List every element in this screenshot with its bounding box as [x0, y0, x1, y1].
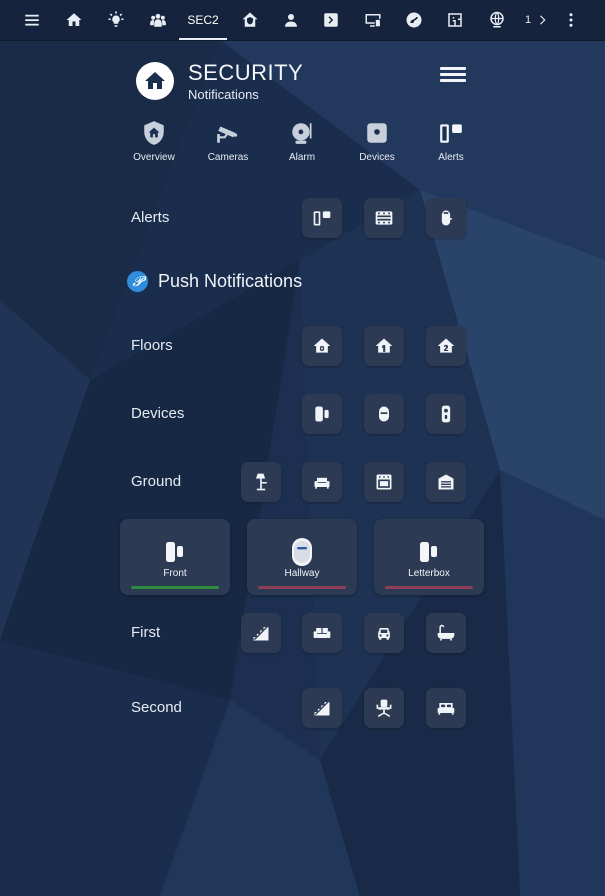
- status-bar: [131, 586, 219, 589]
- floor-ground-button[interactable]: [302, 326, 342, 366]
- person-icon[interactable]: [273, 0, 309, 40]
- chevron-box-icon[interactable]: [313, 0, 349, 40]
- bed-icon: [437, 703, 455, 715]
- second-stairs-button[interactable]: [302, 688, 342, 728]
- second-chair-button[interactable]: [364, 688, 404, 728]
- nav-devices-label: Devices: [359, 152, 395, 163]
- overflow-tab-label: 1: [524, 14, 532, 26]
- devices-label: Devices: [131, 405, 185, 422]
- globe-icon[interactable]: [479, 0, 515, 40]
- nav-devices[interactable]: Devices: [340, 120, 414, 163]
- nav-alerts[interactable]: Alerts: [414, 120, 488, 163]
- hamburger-menu-button[interactable]: [440, 64, 466, 86]
- alerts-label: Alerts: [131, 209, 170, 226]
- shield-home-icon: [144, 121, 164, 145]
- sensor-card-hallway[interactable]: Hallway: [247, 519, 357, 595]
- page-title: SECURITY: [188, 60, 304, 85]
- nav-alarm-label: Alarm: [288, 152, 316, 163]
- swirl-icon[interactable]: [396, 0, 432, 40]
- sensor-card-label: Letterbox: [408, 568, 450, 579]
- garage-icon: [438, 474, 454, 490]
- group-icon[interactable]: [140, 0, 176, 40]
- floorplan-icon[interactable]: [437, 0, 473, 40]
- home-badge-icon: [136, 62, 174, 100]
- floors-label: Floors: [131, 337, 173, 354]
- stairs-icon: [314, 700, 330, 716]
- sensor-card-front[interactable]: Front: [120, 519, 230, 595]
- alert-motion-button[interactable]: [426, 198, 466, 238]
- sofa-icon: [313, 628, 331, 638]
- ground-garage-button[interactable]: [426, 462, 466, 502]
- monitor-icon[interactable]: [355, 0, 391, 40]
- floor-first-button[interactable]: [364, 326, 404, 366]
- oven-icon: [376, 474, 392, 490]
- push-notifications-title: Push Notifications: [158, 271, 303, 291]
- more-vert-icon[interactable]: [553, 0, 589, 40]
- main-content: SECURITY Notifications Overview Cameras …: [0, 0, 605, 896]
- motion-sensor-icon: [292, 538, 312, 566]
- motion-sensor-icon: [441, 210, 452, 226]
- alarm-bell-icon: [292, 123, 312, 144]
- pushover-icon: 𝓟: [127, 271, 148, 292]
- nav-alerts-label: Alerts: [438, 152, 464, 163]
- door-sensor-icon: [440, 124, 462, 143]
- sensor-card-letterbox[interactable]: Letterbox: [374, 519, 484, 595]
- first-car-button[interactable]: [364, 613, 404, 653]
- menu-icon[interactable]: [14, 0, 50, 40]
- ground-sofa-button[interactable]: [302, 462, 342, 502]
- chevron-right-icon: [540, 15, 546, 25]
- status-bar: [385, 586, 473, 589]
- sensor-card-label: Hallway: [284, 568, 320, 579]
- second-bed-button[interactable]: [426, 688, 466, 728]
- armchair-icon: [314, 477, 330, 489]
- alert-door-button[interactable]: [302, 198, 342, 238]
- ground-lamp-button[interactable]: [241, 462, 281, 502]
- overflow-tab[interactable]: 1: [519, 0, 555, 40]
- nav-overview[interactable]: Overview: [117, 120, 191, 163]
- nav-cameras[interactable]: Cameras: [191, 120, 265, 163]
- page-subtitle: Notifications: [188, 87, 259, 102]
- alert-film-button[interactable]: [364, 198, 404, 238]
- door-sensor-icon: [313, 211, 331, 226]
- first-stairs-button[interactable]: [241, 613, 281, 653]
- home-floor-0-icon: [313, 338, 331, 353]
- film-strip-icon: [375, 211, 393, 225]
- tab-sec2-label: SEC2: [187, 13, 219, 27]
- floor-lamp-icon: [256, 473, 267, 491]
- motion-sensor-icon: [379, 406, 389, 422]
- home-icon[interactable]: [56, 0, 92, 40]
- bathtub-icon: [437, 624, 455, 641]
- first-sofa-button[interactable]: [302, 613, 342, 653]
- ground-label: Ground: [131, 473, 182, 490]
- home-floor-1-icon: [375, 338, 393, 353]
- sensor-card-label: Front: [163, 568, 187, 579]
- house-shield-icon[interactable]: [232, 0, 268, 40]
- doorbell-icon: [441, 405, 451, 423]
- door-sensor-icon: [166, 542, 183, 562]
- bulb-icon[interactable]: [98, 0, 134, 40]
- tab-sec2[interactable]: SEC2: [179, 0, 227, 40]
- status-bar: [258, 586, 346, 589]
- second-label: Second: [131, 699, 182, 716]
- car-seat-icon: [378, 628, 390, 640]
- home-floor-2-icon: [437, 338, 455, 353]
- first-bath-button[interactable]: [426, 613, 466, 653]
- top-tab-bar: SEC2 1: [0, 0, 605, 41]
- devices-doorbell-button[interactable]: [426, 394, 466, 434]
- ground-oven-button[interactable]: [364, 462, 404, 502]
- nav-cameras-label: Cameras: [207, 152, 249, 163]
- devices-door-button[interactable]: [302, 394, 342, 434]
- floor-second-button[interactable]: [426, 326, 466, 366]
- cctv-icon: [217, 126, 238, 143]
- door-sensor-icon: [315, 406, 329, 422]
- office-chair-icon: [376, 699, 392, 717]
- first-label: First: [131, 624, 161, 641]
- door-sensor-icon: [420, 542, 437, 562]
- stairs-icon: [253, 625, 269, 641]
- nav-alarm[interactable]: Alarm: [265, 120, 339, 163]
- devices-motion-button[interactable]: [364, 394, 404, 434]
- nav-overview-label: Overview: [133, 152, 175, 163]
- device-icon: [367, 123, 387, 143]
